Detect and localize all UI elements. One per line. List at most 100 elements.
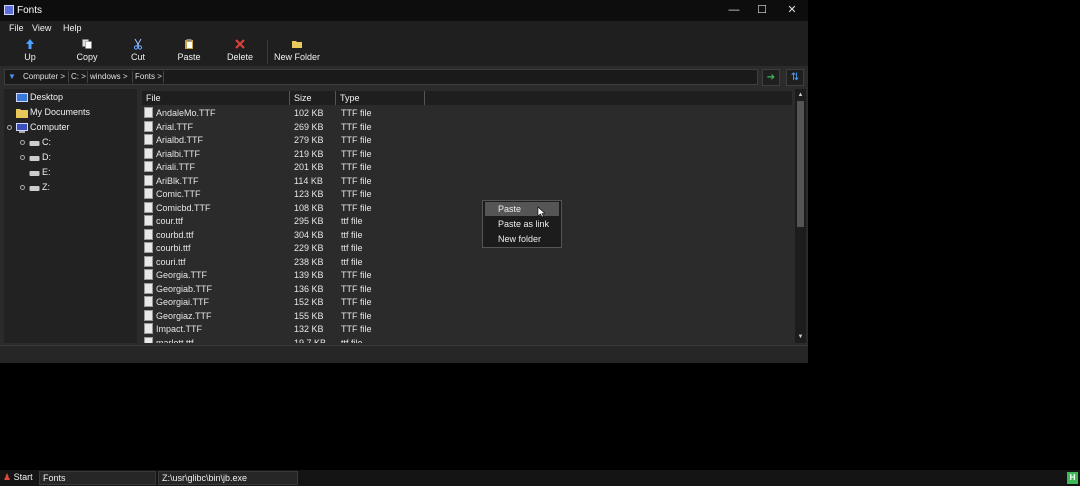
file-type: ttf file <box>341 337 363 344</box>
menu-view[interactable]: View <box>32 23 51 33</box>
file-size: 219 KB <box>294 148 324 159</box>
task-fonts[interactable]: Fonts <box>39 471 156 485</box>
file-size: 269 KB <box>294 121 324 132</box>
task-jb-exe[interactable]: Z:\usr\glibc\bin\jb.exe <box>158 471 298 485</box>
delete-button[interactable]: Delete <box>222 37 258 65</box>
tree-label: My Documents <box>30 107 91 117</box>
file-row[interactable]: Georgia.TTF 139 KB TTF file <box>142 269 792 282</box>
expand-d-icon[interactable] <box>20 155 25 160</box>
file-row[interactable]: courbd.ttf 304 KB ttf file <box>142 228 792 242</box>
file-size: 279 KB <box>294 135 324 145</box>
scroll-down-icon[interactable]: ▼ <box>795 332 806 342</box>
expand-c-icon[interactable] <box>20 140 25 145</box>
file-row[interactable]: Comic.TTF 123 KB TTF file <box>142 188 792 201</box>
copy-icon <box>82 39 92 49</box>
mouse-cursor-icon <box>537 206 545 218</box>
copy-button[interactable]: Copy <box>70 37 104 65</box>
file-icon <box>144 282 153 294</box>
tree-item-d-drive[interactable]: D: <box>29 152 51 162</box>
file-name: Arial.TTF <box>156 121 193 132</box>
tree-item-computer[interactable]: Computer <box>16 122 70 133</box>
crumb-fonts[interactable]: Fonts > <box>135 72 162 81</box>
context-new-folder[interactable]: New folder <box>485 232 559 246</box>
expand-z-icon[interactable] <box>20 185 25 190</box>
tree-label: C: <box>42 137 51 147</box>
file-row[interactable]: Georgiai.TTF 152 KB TTF file <box>142 296 792 309</box>
file-size: 238 KB <box>294 256 324 267</box>
scroll-thumb[interactable] <box>797 101 804 227</box>
file-row[interactable]: Georgiaz.TTF 155 KB TTF file <box>142 309 792 323</box>
up-button[interactable]: Up <box>14 37 46 65</box>
address-dropdown-icon[interactable]: ▼ <box>8 72 16 81</box>
minimize-button[interactable]: — <box>720 2 748 19</box>
crumb-c-drive[interactable]: C: > <box>71 72 86 81</box>
file-row[interactable]: Georgiab.TTF 136 KB TTF file <box>142 282 792 296</box>
new-folder-button[interactable]: New Folder <box>272 37 322 65</box>
file-size: 304 KB <box>294 229 324 240</box>
file-name: Ariali.TTF <box>156 162 195 172</box>
scroll-up-icon[interactable]: ▲ <box>795 90 806 100</box>
menu-file[interactable]: File <box>9 23 24 33</box>
menu-help[interactable]: Help <box>63 23 82 33</box>
tree-label: Computer <box>30 122 70 132</box>
tree-item-c-drive[interactable]: C: <box>29 137 51 147</box>
context-paste[interactable]: Paste <box>485 202 559 216</box>
start-button[interactable]: ♟ Start <box>3 472 33 483</box>
file-type: TTF file <box>341 297 372 307</box>
file-rows: AndaleMo.TTF 102 KB TTF file Arial.TTF 269 K… <box>142 89 792 343</box>
go-button[interactable]: ➔ <box>762 69 780 86</box>
computer-icon <box>16 122 28 133</box>
cut-button[interactable]: Cut <box>122 37 154 65</box>
file-icon <box>144 161 153 172</box>
close-button[interactable]: ✕ <box>778 2 806 19</box>
file-size: 114 KB <box>294 175 323 186</box>
file-row[interactable]: Arial.TTF 269 KB TTF file <box>142 120 792 134</box>
title-bar[interactable]: Fonts — ☐ ✕ <box>0 0 808 21</box>
file-row[interactable]: AriBlk.TTF 114 KB TTF file <box>142 174 792 188</box>
tree-label: E: <box>42 167 51 177</box>
crumb-divider <box>163 71 164 83</box>
maximize-button[interactable]: ☐ <box>748 2 776 19</box>
tray-h-icon[interactable]: H <box>1067 472 1078 484</box>
crumb-windows[interactable]: windows > <box>90 72 128 81</box>
crumb-divider <box>68 71 69 83</box>
tree-item-my-documents[interactable]: My Documents <box>16 107 90 118</box>
file-icon <box>144 201 153 213</box>
context-paste-as-link[interactable]: Paste as link <box>485 217 559 231</box>
context-menu: Paste Paste as link New folder <box>482 200 562 248</box>
file-type: TTF file <box>341 148 372 159</box>
file-icon <box>144 134 153 145</box>
file-row[interactable]: Comicbd.TTF 108 KB TTF file <box>142 201 792 215</box>
file-size: 201 KB <box>294 162 324 172</box>
file-row[interactable]: couri.ttf 238 KB ttf file <box>142 255 792 269</box>
file-type: TTF file <box>341 283 372 294</box>
paste-button[interactable]: Paste <box>172 37 206 65</box>
address-bar[interactable]: ▼ Computer > C: > windows > Fonts > <box>4 69 758 85</box>
start-icon: ♟ <box>3 472 12 482</box>
tree-item-e-drive[interactable]: E: <box>29 167 51 177</box>
vertical-scrollbar[interactable]: ▲ ▼ <box>795 89 806 343</box>
file-row[interactable]: cour.ttf 295 KB ttf file <box>142 215 792 228</box>
expand-computer-icon[interactable] <box>7 125 12 130</box>
file-row[interactable]: AndaleMo.TTF 102 KB TTF file <box>142 107 792 120</box>
file-row[interactable]: Ariali.TTF 201 KB TTF file <box>142 161 792 174</box>
file-name: Comic.TTF <box>156 189 201 199</box>
file-row[interactable]: Arialbi.TTF 219 KB TTF file <box>142 147 792 161</box>
file-row[interactable]: Impact.TTF 132 KB TTF file <box>142 323 792 336</box>
file-row[interactable]: courbi.ttf 229 KB ttf file <box>142 242 792 255</box>
start-label: Start <box>13 472 33 482</box>
drive-icon <box>29 155 40 161</box>
tree-item-desktop[interactable]: Desktop <box>16 92 63 103</box>
up-arrow-icon <box>26 39 34 49</box>
file-name: Comicbd.TTF <box>156 202 211 213</box>
file-icon <box>144 255 153 267</box>
crumb-computer[interactable]: Computer > <box>23 72 65 81</box>
file-row[interactable]: marlett.ttf 19.7 KB ttf file <box>142 336 792 344</box>
refresh-button[interactable]: ⇅ <box>786 69 804 86</box>
file-type: TTF file <box>341 135 372 145</box>
tree-item-z-drive[interactable]: Z: <box>29 182 50 192</box>
file-type: ttf file <box>341 243 363 253</box>
file-name: couri.ttf <box>156 256 186 267</box>
file-row[interactable]: Arialbd.TTF 279 KB TTF file <box>142 134 792 147</box>
file-name: Arialbi.TTF <box>156 148 201 159</box>
